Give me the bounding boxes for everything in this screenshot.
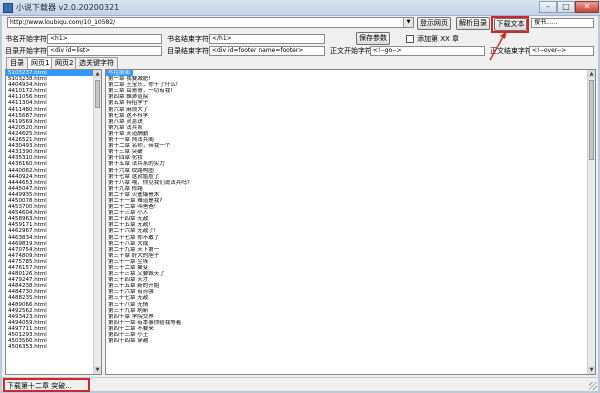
window-title: 小说下载器 v2.0.20200321 (16, 3, 120, 12)
url-list-scrollbar[interactable]: ▲ ▼ (93, 70, 101, 374)
scrollbar-thumb[interactable] (95, 80, 100, 108)
resize-grip-icon[interactable] (589, 382, 597, 390)
title-bar: 小说下载器 v2.0.20200321 – □ ✕ (0, 0, 600, 16)
main-window: http://www.loubiqu.com/10_10582/ ▼ 登示网页 … (2, 16, 598, 392)
tab-webpage-2[interactable]: 网页2 (51, 57, 78, 69)
status-bar: 下载第十二章 突破... (2, 377, 598, 392)
app-icon (3, 3, 13, 13)
maximize-button[interactable]: □ (557, 1, 575, 13)
status-highlight (3, 378, 90, 392)
chapter-line: 第四十四章 穿越 (108, 338, 149, 345)
chapter-text-area[interactable]: 写在前面 第一章 我要减肥! 第二章 王宝乐，你干了什么! 第三章 岳哥哥，一切有我!… (105, 69, 235, 375)
tab-webpage-1[interactable]: 网页1 (27, 57, 54, 69)
content-text-area[interactable]: ▲ ▼ (234, 69, 596, 375)
scroll-up-icon[interactable]: ▲ (94, 70, 101, 78)
tab-toc[interactable]: 目录 (6, 57, 28, 69)
url-list-item[interactable]: 4506353.html (6, 344, 101, 350)
scrollbar-thumb[interactable] (589, 80, 594, 160)
close-button[interactable]: ✕ (575, 1, 599, 13)
minimize-button[interactable]: – (539, 1, 557, 13)
scroll-down-icon[interactable]: ▼ (588, 366, 595, 374)
scroll-down-icon[interactable]: ▼ (94, 366, 101, 374)
scroll-up-icon[interactable]: ▲ (588, 70, 595, 78)
tab-keywords[interactable]: 选关键字符 (75, 57, 118, 69)
content-scrollbar[interactable]: ▲ ▼ (587, 70, 595, 374)
url-list[interactable]: 5103237.html 5103238.html 4404934.html 4410… (5, 69, 102, 375)
